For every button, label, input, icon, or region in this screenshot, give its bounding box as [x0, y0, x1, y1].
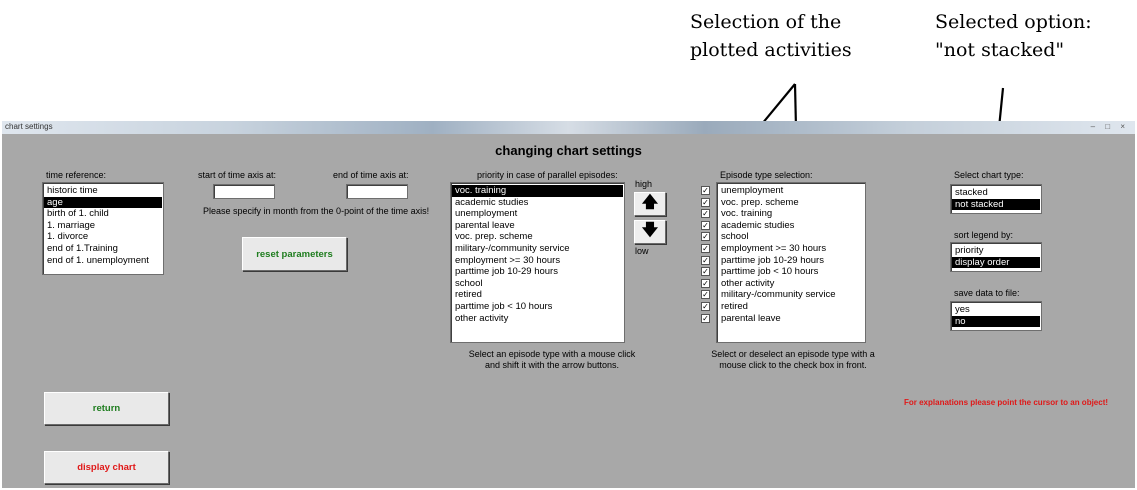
priority-list-item[interactable]: voc. training: [452, 185, 623, 197]
episode-type-list-item[interactable]: school: [718, 231, 864, 243]
episode-checkbox[interactable]: ✓: [701, 244, 710, 253]
episode-checkbox[interactable]: ✓: [701, 267, 710, 277]
time-axis-end-label: end of time axis at:: [333, 170, 409, 180]
time-reference-list-item[interactable]: 1. marriage: [44, 220, 162, 232]
arrow-up-icon: 🡅: [641, 193, 659, 211]
time-axis-start-label: start of time axis at:: [198, 170, 277, 180]
sort-legend-list-item[interactable]: display order: [952, 256, 1040, 269]
episode-checkbox[interactable]: ✓: [701, 290, 710, 300]
episode-type-list-item[interactable]: other activity: [718, 278, 864, 290]
episode-type-list-item[interactable]: employment >= 30 hours: [718, 243, 864, 255]
episode-help-text: Select or deselect an episode type with …: [711, 349, 875, 370]
window-title: chart settings: [5, 122, 53, 131]
priority-list-item[interactable]: retired: [452, 289, 623, 301]
episode-type-list-item[interactable]: voc. prep. scheme: [718, 197, 864, 209]
episode-type-list-item[interactable]: voc. training: [718, 208, 864, 220]
chart-type-list[interactable]: stacked not stacked: [950, 184, 1042, 214]
chart-settings-window: chart settings – □ × changing chart sett…: [2, 121, 1135, 488]
explanation-hint: For explanations please point the cursor…: [904, 398, 1109, 407]
priority-list-item[interactable]: school: [452, 278, 623, 290]
sort-legend-list-item[interactable]: priority: [952, 245, 1040, 257]
episode-checkbox[interactable]: ✓: [701, 220, 710, 230]
time-reference-list-item[interactable]: historic time: [44, 185, 162, 197]
episode-type-list[interactable]: unemployment voc. prep. scheme voc. traini…: [716, 182, 866, 343]
episode-checkbox[interactable]: ✓: [701, 313, 710, 323]
chart-type-label: Select chart type:: [954, 170, 1024, 180]
time-reference-list-item[interactable]: age: [44, 196, 162, 209]
sort-legend-label: sort legend by:: [954, 230, 1014, 240]
reset-parameters-button[interactable]: reset parameters: [242, 237, 347, 271]
priority-low-label: low: [635, 246, 649, 256]
return-button[interactable]: return: [44, 392, 169, 425]
move-up-button[interactable]: 🡅: [634, 192, 666, 216]
episode-type-list-item[interactable]: military-/community service: [718, 289, 864, 301]
episode-type-list-item[interactable]: retired: [718, 301, 864, 313]
priority-list-item[interactable]: parttime job 10-29 hours: [452, 266, 623, 278]
sort-legend-list[interactable]: priority display order: [950, 242, 1042, 272]
priority-list-item[interactable]: military-/community service: [452, 243, 623, 255]
move-down-button[interactable]: 🡇: [634, 220, 666, 244]
episode-checkbox[interactable]: ✓: [701, 186, 710, 195]
time-reference-label: time reference:: [46, 170, 107, 180]
episode-type-label: Episode type selection:: [720, 170, 813, 180]
chart-type-list-item[interactable]: not stacked: [952, 198, 1040, 211]
time-reference-list-item[interactable]: end of 1.Training: [44, 243, 162, 255]
time-reference-list[interactable]: historic time age birth of 1. child 1. marr…: [42, 182, 164, 275]
priority-list-item[interactable]: unemployment: [452, 208, 623, 220]
priority-list-item[interactable]: voc. prep. scheme: [452, 231, 623, 243]
save-data-label: save data to file:: [954, 288, 1020, 298]
chart-type-list-item[interactable]: stacked: [952, 187, 1040, 199]
episode-type-list-item[interactable]: parttime job < 10 hours: [718, 266, 864, 278]
time-reference-list-item[interactable]: end of 1. unemployment: [44, 255, 162, 267]
time-axis-start-input[interactable]: [213, 184, 275, 199]
priority-help-text: Select an episode type with a mouse clic…: [468, 349, 636, 370]
episode-checkbox[interactable]: ✓: [701, 197, 710, 207]
save-data-list-item[interactable]: no: [952, 315, 1040, 328]
episode-checkbox[interactable]: ✓: [701, 255, 710, 265]
arrow-down-icon: 🡇: [641, 221, 659, 239]
priority-list-item[interactable]: parental leave: [452, 220, 623, 232]
episode-type-list-item[interactable]: parttime job 10-29 hours: [718, 255, 864, 267]
episode-type-list-item[interactable]: unemployment: [718, 185, 864, 197]
priority-list-item[interactable]: parttime job < 10 hours: [452, 301, 623, 313]
priority-high-label: high: [635, 179, 653, 189]
episode-checkbox[interactable]: ✓: [701, 278, 710, 288]
episode-type-list-item[interactable]: academic studies: [718, 220, 864, 232]
window-controls[interactable]: – □ ×: [1091, 122, 1129, 131]
priority-list[interactable]: voc. training academic studies unemploymen…: [450, 182, 625, 343]
save-data-list-item[interactable]: yes: [952, 304, 1040, 316]
time-axis-end-input[interactable]: [346, 184, 408, 199]
episode-type-list-item[interactable]: parental leave: [718, 313, 864, 325]
episode-checkbox[interactable]: ✓: [701, 232, 710, 242]
priority-list-item[interactable]: other activity: [452, 313, 623, 325]
window-titlebar: chart settings – □ ×: [2, 121, 1135, 134]
time-reference-list-item[interactable]: birth of 1. child: [44, 208, 162, 220]
page-title: changing chart settings: [495, 143, 642, 158]
save-data-list[interactable]: yes no: [950, 301, 1042, 331]
time-axis-note: Please specify in month from the 0-point…: [203, 206, 430, 216]
priority-label: priority in case of parallel episodes:: [477, 170, 618, 180]
episode-checkbox[interactable]: ✓: [701, 302, 710, 311]
display-chart-button[interactable]: display chart: [44, 451, 169, 484]
priority-list-item[interactable]: academic studies: [452, 197, 623, 209]
time-reference-list-item[interactable]: 1. divorce: [44, 231, 162, 243]
priority-list-item[interactable]: employment >= 30 hours: [452, 255, 623, 267]
episode-checkbox[interactable]: ✓: [701, 209, 710, 219]
